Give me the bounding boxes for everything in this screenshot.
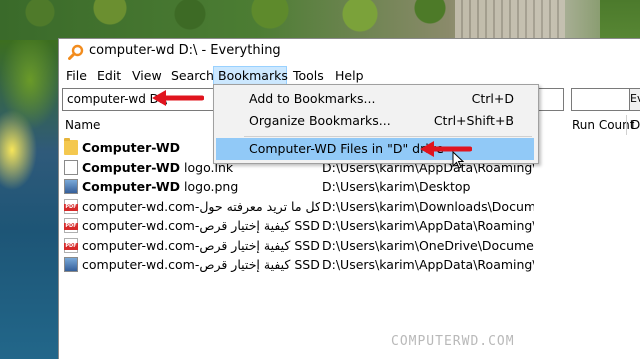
menu-item-label: Add to Bookmarks... bbox=[249, 91, 376, 106]
folder-icon bbox=[64, 138, 78, 155]
menu-bar: File Edit View Search Bookmarks Tools He… bbox=[59, 66, 640, 86]
menu-item-organize-bookmarks[interactable]: Organize Bookmarks... Ctrl+Shift+B bbox=[216, 110, 534, 132]
result-row[interactable]: Computer-WD logo.png D:\Users\karim\Desk… bbox=[59, 177, 640, 197]
pdf-icon bbox=[64, 237, 78, 253]
screenshot-frame: computer-wd D:\ - Everything File Edit V… bbox=[0, 0, 640, 359]
menu-file[interactable]: File bbox=[66, 66, 87, 86]
column-divider[interactable] bbox=[626, 115, 627, 135]
menu-item-shortcut: Ctrl+D bbox=[471, 91, 514, 106]
menu-view[interactable]: View bbox=[132, 66, 162, 86]
result-name-match: Computer-WD bbox=[82, 159, 181, 175]
menu-item-label: Organize Bookmarks... bbox=[249, 113, 391, 128]
image-file-icon bbox=[64, 179, 78, 194]
menu-help[interactable]: Help bbox=[335, 66, 364, 86]
menu-item-label: Computer-WD Files in "D" drive bbox=[249, 141, 444, 156]
result-row[interactable]: computer-wd.com-كل ما تريد معرفته حول D:… bbox=[59, 197, 640, 217]
pdf-icon bbox=[64, 198, 78, 214]
menu-search[interactable]: Search bbox=[171, 66, 214, 86]
wallpaper-bridge bbox=[455, 0, 565, 40]
result-name: Computer-WD logo.png bbox=[82, 179, 320, 194]
result-path: D:\Users\karim\AppData\Roaming\M... bbox=[322, 218, 534, 233]
shortcut-file-icon bbox=[64, 159, 78, 175]
result-name-match: Computer-WD bbox=[82, 179, 181, 194]
red-arrow-icon-search bbox=[152, 90, 204, 106]
column-header-date[interactable]: D bbox=[631, 118, 640, 132]
bookmarks-dropdown-menu: Add to Bookmarks... Ctrl+D Organize Book… bbox=[213, 84, 539, 164]
wallpaper-left-edge bbox=[0, 40, 58, 359]
watermark-text: COMPUTERWD.COM bbox=[391, 334, 515, 349]
menu-item-add-to-bookmarks[interactable]: Add to Bookmarks... Ctrl+D bbox=[216, 88, 534, 110]
result-name-rest: logo.png bbox=[180, 179, 239, 194]
menu-edit[interactable]: Edit bbox=[97, 66, 121, 86]
magnifier-app-icon bbox=[68, 44, 84, 60]
column-header-name[interactable]: Name bbox=[65, 118, 100, 132]
image-file-icon bbox=[64, 257, 78, 272]
result-row[interactable]: computer-wd.com-كيفية إختيار قرص SSD ل D… bbox=[59, 255, 640, 275]
menu-separator bbox=[244, 136, 532, 137]
result-path: D:\Users\karim\AppData\Roaming\M... bbox=[322, 257, 534, 272]
result-name: computer-wd.com-كل ما تريد معرفته حول bbox=[82, 198, 320, 214]
mouse-cursor-icon bbox=[452, 151, 464, 169]
menu-item-shortcut: Ctrl+Shift+B bbox=[433, 113, 514, 128]
result-row[interactable]: computer-wd.com-كيفية إختيار قرص SSD ل D… bbox=[59, 236, 640, 256]
result-row[interactable]: computer-wd.com-كيفية إختيار قرص SSD ل D… bbox=[59, 216, 640, 236]
result-path: D:\Users\karim\OneDrive\Documents bbox=[322, 237, 534, 253]
menu-item-bookmark-computer-wd[interactable]: Computer-WD Files in "D" drive bbox=[216, 138, 534, 160]
pdf-icon bbox=[64, 218, 78, 233]
menu-bookmarks[interactable]: Bookmarks bbox=[213, 66, 288, 86]
result-name: computer-wd.com-كيفية إختيار قرص SSD ل bbox=[82, 237, 320, 253]
result-name: computer-wd.com-كيفية إختيار قرص SSD ل bbox=[82, 218, 320, 233]
result-path: D:\Users\karim\Downloads\Documents bbox=[322, 198, 534, 214]
title-bar[interactable]: computer-wd D:\ - Everything bbox=[59, 39, 640, 65]
search-filter-button[interactable]: Ev bbox=[629, 88, 640, 111]
menu-tools[interactable]: Tools bbox=[293, 66, 324, 86]
result-name: computer-wd.com-كيفية إختيار قرص SSD ل bbox=[82, 257, 320, 272]
result-path: D:\Users\karim\Desktop bbox=[322, 179, 471, 194]
window-title: computer-wd D:\ - Everything bbox=[89, 43, 281, 58]
